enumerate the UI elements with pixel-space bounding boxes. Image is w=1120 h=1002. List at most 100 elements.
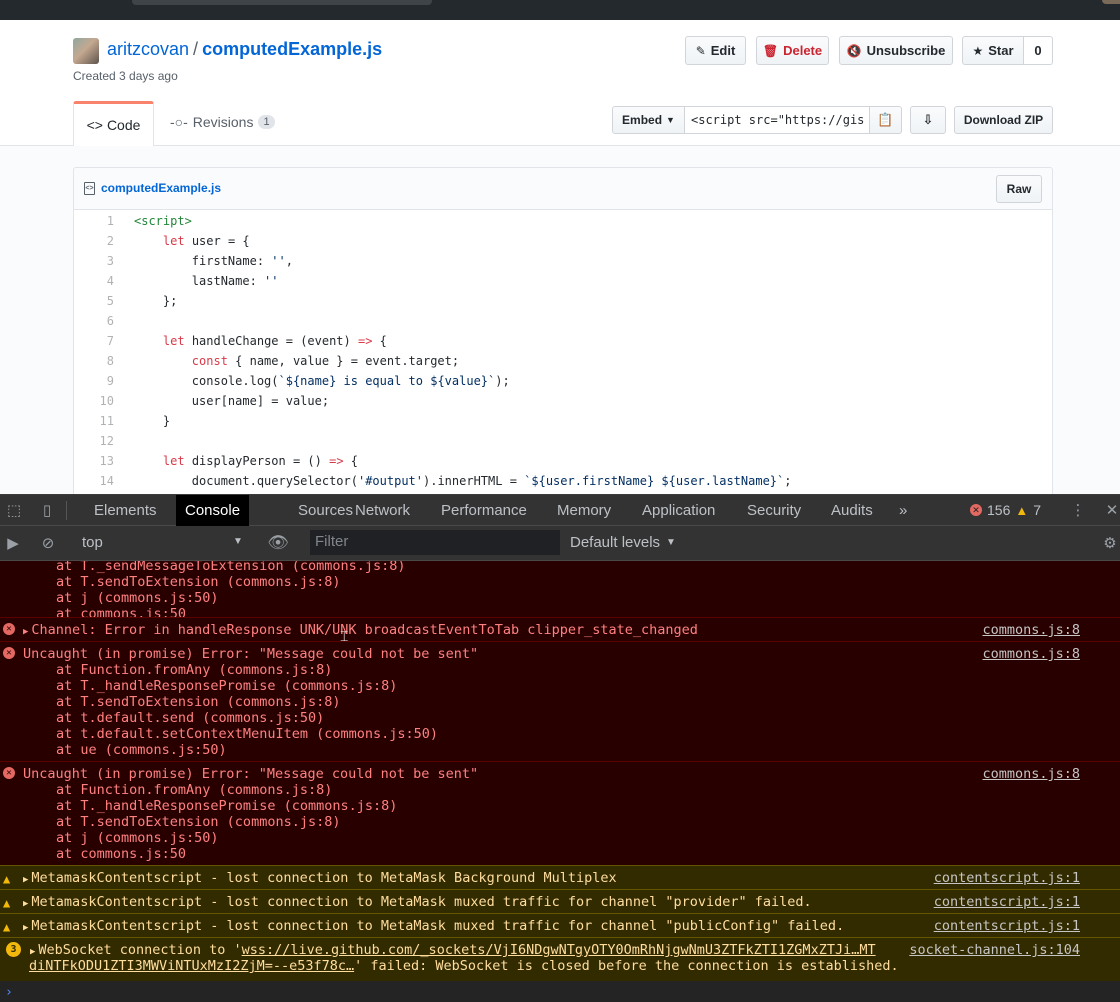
- device-toolbar-icon[interactable]: ▯: [38, 501, 56, 519]
- star-button[interactable]: ★ Star: [962, 36, 1024, 65]
- console-warning-message[interactable]: ▲ ▶ MetamaskContentscript - lost connecti…: [0, 913, 1120, 937]
- line-number[interactable]: 10: [74, 391, 118, 411]
- line-number[interactable]: 9: [74, 371, 118, 391]
- filter-input[interactable]: Filter: [310, 530, 560, 555]
- tab-console[interactable]: Console: [176, 495, 250, 526]
- raw-button[interactable]: Raw: [996, 175, 1042, 203]
- tab-revisions[interactable]: -○- Revisions 1: [170, 114, 275, 130]
- user-avatar[interactable]: [1102, 0, 1120, 4]
- message-text: ▶ MetamaskContentscript - lost connection…: [23, 870, 617, 888]
- tab-audits[interactable]: Audits: [822, 495, 882, 526]
- live-expression-eye-icon[interactable]: 👁: [267, 533, 289, 552]
- repeat-count-badge: 3: [6, 942, 21, 957]
- copy-button[interactable]: 📋: [870, 106, 902, 134]
- source-link[interactable]: contentscript.js:1: [934, 918, 1080, 934]
- tab-performance[interactable]: Performance: [432, 495, 536, 526]
- message-body: MetamaskContentscript - lost connection …: [31, 918, 845, 934]
- websocket-url-link-continued[interactable]: diNTFkODU1ZTI3MWViNTUxMzI2ZjM=--e53f78c…: [29, 958, 354, 974]
- download-zip-button[interactable]: Download ZIP: [954, 106, 1053, 134]
- expand-triangle-icon[interactable]: ▶: [23, 627, 28, 637]
- console-error-stack-tail: at T._sendMessageToExtension (commons.js…: [0, 561, 1120, 622]
- owner-avatar[interactable]: [73, 38, 99, 64]
- edit-button[interactable]: ✎ Edit: [685, 36, 746, 65]
- console-warning-message[interactable]: ▲ ▶ MetamaskContentscript - lost connecti…: [0, 889, 1120, 913]
- line-code: document.querySelector('#output').innerH…: [134, 474, 792, 488]
- gist-file-link[interactable]: computedExample.js: [202, 39, 382, 59]
- clear-console-icon[interactable]: ⊘: [39, 534, 57, 552]
- tab-elements[interactable]: Elements: [85, 495, 166, 526]
- console-warning-message[interactable]: ▲ ▶ MetamaskContentscript - lost connecti…: [0, 865, 1120, 889]
- console-prompt[interactable]: ›: [0, 985, 1120, 1002]
- console-error-message[interactable]: ✕ Uncaught (in promise) Error: "Message …: [0, 641, 1120, 761]
- line-number[interactable]: 3: [74, 251, 118, 271]
- header-search-input[interactable]: [132, 0, 432, 5]
- context-dropdown-icon[interactable]: ▼: [233, 536, 243, 547]
- context-select[interactable]: top: [82, 534, 103, 551]
- expand-triangle-icon[interactable]: ▶: [23, 923, 28, 933]
- source-link[interactable]: contentscript.js:1: [934, 894, 1080, 910]
- close-icon[interactable]: ✕: [1103, 501, 1120, 519]
- source-link[interactable]: commons.js:8: [982, 646, 1080, 662]
- tab-security[interactable]: Security: [738, 495, 810, 526]
- tab-divider: [66, 501, 67, 520]
- expand-triangle-icon[interactable]: ▶: [23, 899, 28, 909]
- console-error-message[interactable]: ✕ ▶ Channel: Error in handleResponse UNK/…: [0, 617, 1120, 641]
- owner-link[interactable]: aritzcovan: [107, 39, 189, 59]
- devtools-tabbar: ⬚ ▯ Elements Console Sources Network Per…: [0, 495, 1120, 526]
- file-name[interactable]: <> computedExample.js: [84, 181, 221, 195]
- message-prefix: WebSocket connection to ': [38, 942, 242, 958]
- line-code: }: [134, 414, 171, 428]
- line-number[interactable]: 12: [74, 431, 118, 451]
- line-number[interactable]: 5: [74, 291, 118, 311]
- kebab-menu-icon[interactable]: ⋮: [1069, 501, 1087, 519]
- line-number[interactable]: 8: [74, 351, 118, 371]
- console-error-message[interactable]: ✕ Uncaught (in promise) Error: "Message …: [0, 761, 1120, 865]
- more-tabs-button[interactable]: »: [890, 495, 916, 526]
- line-number[interactable]: 7: [74, 331, 118, 351]
- stack-frame: at T._handleResponsePromise (commons.js:…: [56, 798, 398, 814]
- tab-application[interactable]: Application: [633, 495, 724, 526]
- line-number[interactable]: 11: [74, 411, 118, 431]
- log-levels-select[interactable]: Default levels ▼: [570, 534, 676, 551]
- console-warning-group[interactable]: 3 ▶ WebSocket connection to 'wss://live.g…: [0, 937, 1120, 981]
- line-code: lastName: '': [134, 274, 279, 288]
- expand-triangle-icon[interactable]: ▶: [23, 875, 28, 885]
- line-number[interactable]: 6: [74, 311, 118, 331]
- issue-counter[interactable]: ✕ 156 ▲ 7: [970, 502, 1041, 518]
- tab-code[interactable]: <> Code: [73, 101, 154, 146]
- stack-frame: at T.sendToExtension (commons.js:8): [56, 814, 341, 830]
- line-code: const { name, value } = event.target;: [191, 354, 460, 368]
- line-number[interactable]: 2: [74, 231, 118, 251]
- embed-select[interactable]: Embed ▼: [612, 106, 685, 134]
- line-code: <script>: [134, 214, 192, 228]
- line-code: user[name] = value;: [134, 394, 330, 408]
- open-desktop-button[interactable]: ⇩: [910, 106, 946, 134]
- source-link[interactable]: commons.js:8: [982, 622, 1080, 638]
- source-link[interactable]: socket-channel.js:104: [909, 942, 1080, 958]
- code-line: 3 firstName: '',: [74, 251, 1052, 271]
- unsubscribe-button[interactable]: 🔇 Unsubscribe: [839, 36, 953, 65]
- message-text: Uncaught (in promise) Error: "Message co…: [23, 766, 479, 782]
- tab-network[interactable]: Network: [346, 495, 419, 526]
- inspect-element-icon[interactable]: ⬚: [5, 501, 23, 519]
- line-number[interactable]: 4: [74, 271, 118, 291]
- sidebar-toggle-icon[interactable]: ▶: [4, 534, 22, 552]
- embed-label: Embed: [622, 113, 663, 127]
- websocket-url-link[interactable]: wss://live.github.com/_sockets/VjI6NDgwN…: [242, 942, 876, 958]
- line-number[interactable]: 14: [74, 471, 118, 491]
- settings-gear-icon[interactable]: ⚙: [1101, 534, 1119, 552]
- code-line: 6: [74, 311, 1052, 331]
- revisions-count: 1: [258, 115, 275, 129]
- source-link[interactable]: commons.js:8: [982, 766, 1080, 782]
- code-line: 9 console.log(`${name} is equal to ${val…: [74, 371, 1052, 391]
- file-name-label: computedExample.js: [101, 181, 222, 195]
- caret-down-icon: ▼: [666, 115, 675, 125]
- tab-memory[interactable]: Memory: [548, 495, 620, 526]
- delete-button[interactable]: 🗑 Delete: [756, 36, 829, 65]
- expand-triangle-icon[interactable]: ▶: [30, 947, 35, 957]
- code-line: 7 let handleChange = (event) => {: [74, 331, 1052, 351]
- source-link[interactable]: contentscript.js:1: [934, 870, 1080, 886]
- line-number[interactable]: 1: [74, 211, 118, 231]
- embed-url-input[interactable]: <script src="https://gis: [685, 106, 870, 134]
- line-number[interactable]: 13: [74, 451, 118, 471]
